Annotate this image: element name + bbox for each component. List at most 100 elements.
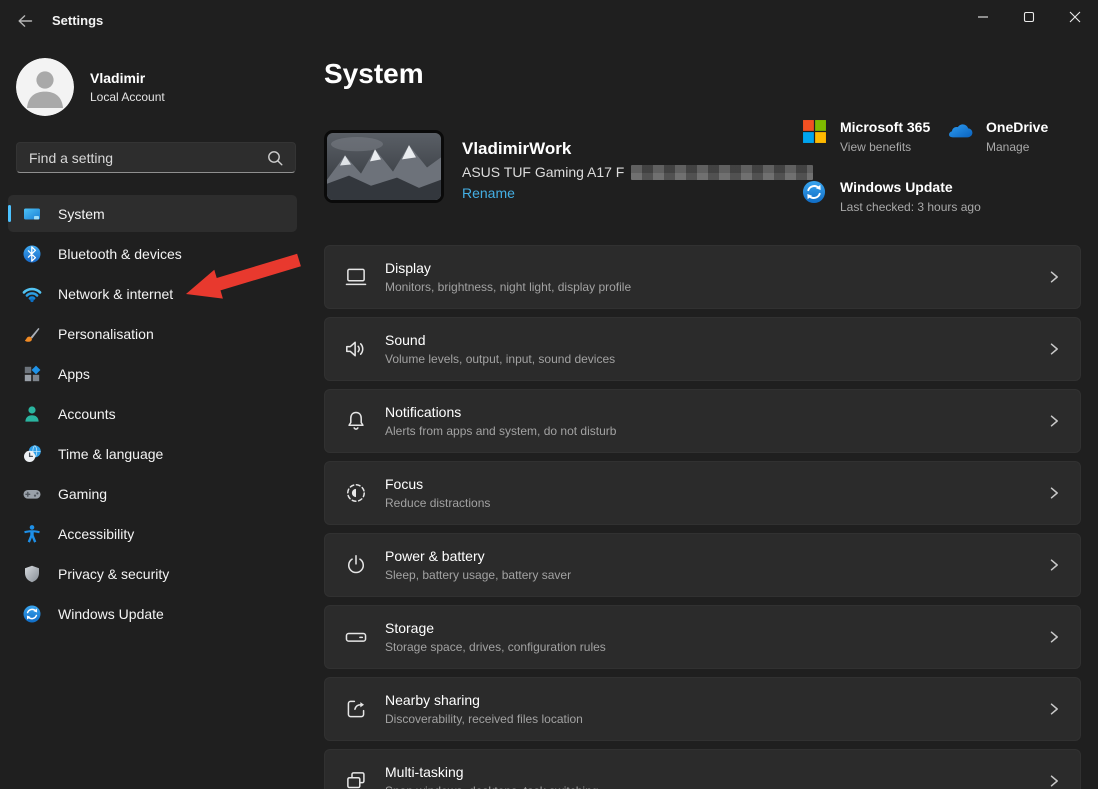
search-box: [16, 142, 296, 173]
onedrive-cloud-icon: [946, 119, 974, 143]
titlebar: Settings: [0, 0, 1098, 40]
close-button[interactable]: [1052, 0, 1098, 34]
row-sound[interactable]: Sound Volume levels, output, input, soun…: [324, 317, 1081, 381]
windows-update-icon: [22, 604, 42, 624]
row-notifications[interactable]: Notifications Alerts from apps and syste…: [324, 389, 1081, 453]
sidebar-item-time-language[interactable]: Time & language: [8, 435, 297, 472]
row-subtitle: Volume levels, output, input, sound devi…: [385, 352, 1044, 366]
row-title: Display: [385, 260, 1044, 276]
row-title: Power & battery: [385, 548, 1044, 564]
settings-list: Display Monitors, brightness, night ligh…: [324, 245, 1081, 789]
back-button[interactable]: [10, 8, 40, 34]
windows-update-icon: [801, 179, 827, 205]
onedrive-card[interactable]: OneDrive Manage: [946, 119, 1048, 154]
maximize-button[interactable]: [1006, 0, 1052, 34]
card-title: Microsoft 365: [840, 119, 930, 135]
sidebar-item-gaming[interactable]: Gaming: [8, 475, 297, 512]
chevron-right-icon: [1044, 699, 1064, 719]
row-focus[interactable]: Focus Reduce distractions: [324, 461, 1081, 525]
row-subtitle: Reduce distractions: [385, 496, 1044, 510]
sidebar-item-apps[interactable]: Apps: [8, 355, 297, 392]
row-multi-tasking[interactable]: Multi-tasking Snap windows, desktops, ta…: [324, 749, 1081, 789]
accessibility-person-icon: [22, 524, 42, 544]
account-name: Vladimir: [90, 70, 165, 86]
search-icon: [265, 148, 285, 168]
avatar: [16, 58, 74, 116]
clock-globe-icon: [22, 444, 42, 464]
row-subtitle: Sleep, battery usage, battery saver: [385, 568, 1044, 582]
sidebar-item-label: Gaming: [58, 486, 107, 502]
person-icon: [16, 58, 74, 116]
sidebar-item-label: Bluetooth & devices: [58, 246, 182, 262]
row-storage[interactable]: Storage Storage space, drives, configura…: [324, 605, 1081, 669]
chevron-right-icon: [1044, 483, 1064, 503]
card-title: OneDrive: [986, 119, 1048, 135]
sidebar-item-network-internet[interactable]: Network & internet: [8, 275, 297, 312]
account-type: Local Account: [90, 90, 165, 104]
bluetooth-icon: [22, 244, 42, 264]
row-subtitle: Discoverability, received files location: [385, 712, 1044, 726]
row-subtitle: Alerts from apps and system, do not dist…: [385, 424, 1044, 438]
device-model: ASUS TUF Gaming A17 F: [462, 164, 624, 180]
shield-icon: [22, 564, 42, 584]
microsoft-logo-icon: [802, 119, 827, 144]
back-arrow-icon: [15, 11, 35, 31]
row-nearby-sharing[interactable]: Nearby sharing Discoverability, received…: [324, 677, 1081, 741]
sidebar-item-label: Personalisation: [58, 326, 154, 342]
system-icon: [22, 204, 42, 224]
sidebar-item-label: Time & language: [58, 446, 163, 462]
storage-drive-icon: [343, 624, 369, 650]
windows-update-card[interactable]: Windows Update Last checked: 3 hours ago: [800, 179, 981, 214]
speaker-icon: [343, 336, 369, 362]
sidebar-item-label: Apps: [58, 366, 90, 382]
accounts-person-icon: [22, 404, 42, 424]
sidebar-item-accounts[interactable]: Accounts: [8, 395, 297, 432]
card-subtitle: View benefits: [840, 140, 930, 154]
power-icon: [343, 552, 369, 578]
settings-window: Settings Vladimir: [0, 0, 1098, 789]
sidebar-item-label: Network & internet: [58, 286, 173, 302]
card-title: Windows Update: [840, 179, 981, 195]
redacted-model-blur: [631, 165, 813, 180]
chevron-right-icon: [1044, 411, 1064, 431]
row-power-battery[interactable]: Power & battery Sleep, battery usage, ba…: [324, 533, 1081, 597]
share-icon: [343, 696, 369, 722]
device-wallpaper-thumbnail: [324, 130, 444, 203]
row-title: Nearby sharing: [385, 692, 1044, 708]
sidebar-item-label: Accessibility: [58, 526, 134, 542]
chevron-right-icon: [1044, 627, 1064, 647]
row-title: Sound: [385, 332, 1044, 348]
microsoft-365-card[interactable]: Microsoft 365 View benefits: [800, 119, 930, 154]
row-display[interactable]: Display Monitors, brightness, night ligh…: [324, 245, 1081, 309]
sidebar-item-personalisation[interactable]: Personalisation: [8, 315, 297, 352]
sidebar-item-system[interactable]: System: [8, 195, 297, 232]
row-subtitle: Storage space, drives, configuration rul…: [385, 640, 1044, 654]
row-title: Notifications: [385, 404, 1044, 420]
chevron-right-icon: [1044, 771, 1064, 789]
mountain-image: [327, 133, 441, 200]
window-controls: [960, 0, 1098, 34]
sidebar-item-label: Accounts: [58, 406, 116, 422]
minimize-button[interactable]: [960, 0, 1006, 34]
sidebar-item-windows-update[interactable]: Windows Update: [8, 595, 297, 632]
device-name: VladimirWork: [462, 139, 571, 159]
sidebar-item-bluetooth-devices[interactable]: Bluetooth & devices: [8, 235, 297, 272]
sidebar: Vladimir Local Account System: [0, 40, 312, 789]
multitask-windows-icon: [343, 768, 369, 789]
chevron-right-icon: [1044, 267, 1064, 287]
focus-icon: [343, 480, 369, 506]
card-subtitle: Manage: [986, 140, 1048, 154]
maximize-icon: [1006, 0, 1052, 34]
account-card[interactable]: Vladimir Local Account: [16, 58, 165, 116]
gamepad-icon: [22, 484, 42, 504]
bell-icon: [343, 408, 369, 434]
row-title: Multi-tasking: [385, 764, 1044, 780]
window-title: Settings: [52, 13, 103, 28]
sidebar-item-accessibility[interactable]: Accessibility: [8, 515, 297, 552]
chevron-right-icon: [1044, 339, 1064, 359]
sidebar-item-label: Privacy & security: [58, 566, 169, 582]
rename-link[interactable]: Rename: [462, 185, 515, 201]
sidebar-item-privacy-security[interactable]: Privacy & security: [8, 555, 297, 592]
search-input[interactable]: [17, 150, 265, 166]
selected-indicator: [8, 205, 11, 222]
